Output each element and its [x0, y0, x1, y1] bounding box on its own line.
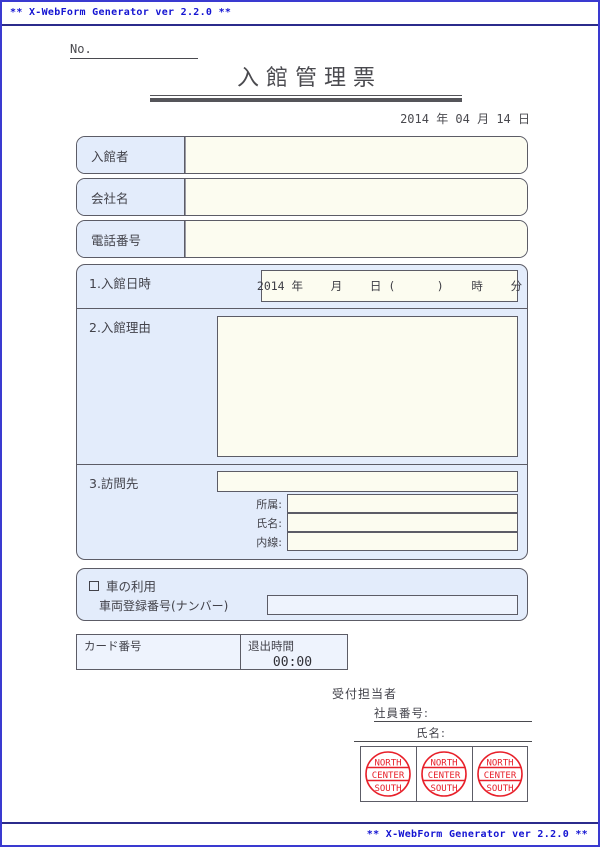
stamp-center-text-1: CENTER	[372, 771, 405, 781]
section-entry-reason: 2.入館理由	[77, 309, 527, 465]
car-usage-box: 車の利用 車両登録番号(ナンバー)	[76, 568, 528, 621]
approval-stamp-cell-1[interactable]: NORTH CENTER SOUTH	[360, 746, 416, 802]
section-destination: 3.訪問先 所属: 氏名: 内線:	[77, 465, 527, 558]
entry-datetime-input[interactable]: 2014 年 月 日 ( ) 時 分	[257, 270, 522, 302]
destination-department-row: 所属:	[217, 494, 518, 513]
page-title-text: 入館管理票	[236, 66, 382, 91]
approval-stamp-row: NORTH CENTER SOUTH NORTH CENTER SOUTH NO…	[360, 746, 528, 802]
title-rule-thin	[150, 95, 462, 96]
seal-stamp-icon: NORTH CENTER SOUTH	[477, 751, 523, 797]
row-visitor-label: 入館者	[77, 137, 185, 173]
card-number-label: カード番号	[84, 639, 142, 653]
destination-main-input[interactable]	[217, 471, 518, 492]
row-company: 会社名	[76, 178, 528, 216]
seal-stamp-icon: NORTH CENTER SOUTH	[421, 751, 467, 797]
issue-date: 2014 年 04 月 14 日	[400, 112, 530, 126]
stamp-center-text-2: CENTER	[428, 771, 461, 781]
destination-name-row: 氏名:	[217, 513, 518, 532]
destination-name-input[interactable]	[287, 513, 518, 532]
row-phone-input[interactable]	[185, 221, 527, 257]
destination-department-input[interactable]	[287, 494, 518, 513]
exit-time-cell[interactable]: 退出時間 00:00	[241, 635, 347, 670]
stamp-north-text-3: NORTH	[486, 758, 513, 768]
generator-banner-bottom: ** X-WebForm Generator ver 2.2.0 **	[366, 829, 588, 840]
destination-extension-label: 内線:	[256, 535, 282, 549]
row-phone: 電話番号	[76, 220, 528, 258]
stamp-center-text-3: CENTER	[484, 771, 517, 781]
generator-banner-top: ** X-WebForm Generator ver 2.2.0 **	[10, 7, 232, 18]
card-exit-table: カード番号 退出時間 00:00	[76, 634, 348, 670]
row-company-label: 会社名	[77, 179, 185, 215]
row-phone-label: 電話番号	[77, 221, 185, 257]
section-entry-datetime: 1.入館日時 2014 年 月 日 ( ) 時 分	[77, 265, 527, 309]
stamp-south-text-3: SOUTH	[486, 784, 513, 794]
entry-reason-textarea[interactable]	[217, 316, 518, 457]
row-visitor: 入館者	[76, 136, 528, 174]
reception-employee-no-line[interactable]: 社員番号:	[374, 704, 532, 722]
car-usage-checkbox-row[interactable]: 車の利用	[89, 576, 156, 595]
destination-department-label: 所属:	[256, 497, 282, 511]
sections-group: 1.入館日時 2014 年 月 日 ( ) 時 分 2.入館理由 3.訪問先 所…	[76, 264, 528, 560]
exit-time-value: 00:00	[272, 655, 313, 670]
reception-name-line[interactable]: 氏名:	[354, 724, 532, 742]
row-visitor-input[interactable]	[185, 137, 527, 173]
car-registration-label: 車両登録番号(ナンバー)	[99, 599, 229, 613]
exit-time-label: 退出時間	[248, 639, 294, 653]
destination-extension-input[interactable]	[287, 532, 518, 551]
footer-divider	[2, 822, 598, 824]
car-usage-checkbox-icon[interactable]	[89, 580, 99, 591]
destination-name-label: 氏名:	[256, 516, 282, 530]
approval-stamp-cell-2[interactable]: NORTH CENTER SOUTH	[416, 746, 472, 802]
card-number-cell[interactable]: カード番号	[77, 635, 241, 669]
form-number-label: No.	[70, 42, 92, 56]
stamp-south-text-2: SOUTH	[430, 784, 457, 794]
reception-staff-title: 受付担当者	[332, 687, 398, 701]
car-usage-checkbox-label: 車の利用	[106, 579, 157, 594]
title-rule-thick	[150, 98, 462, 102]
car-registration-input[interactable]	[267, 595, 518, 615]
page-title: 入館管理票	[150, 60, 462, 102]
form-number-field[interactable]: No.	[70, 42, 198, 59]
stamp-north-text-1: NORTH	[374, 758, 401, 768]
approval-stamp-cell-3[interactable]: NORTH CENTER SOUTH	[472, 746, 528, 802]
destination-extension-row: 内線:	[217, 532, 518, 551]
stamp-north-text-2: NORTH	[430, 758, 457, 768]
form-page: ** X-WebForm Generator ver 2.2.0 ** No. …	[0, 0, 600, 847]
stamp-south-text-1: SOUTH	[374, 784, 401, 794]
reception-employee-no-label: 社員番号:	[374, 706, 429, 720]
row-company-input[interactable]	[185, 179, 527, 215]
reception-name-label: 氏名:	[416, 726, 446, 740]
header-divider	[2, 24, 598, 26]
seal-stamp-icon: NORTH CENTER SOUTH	[365, 751, 411, 797]
